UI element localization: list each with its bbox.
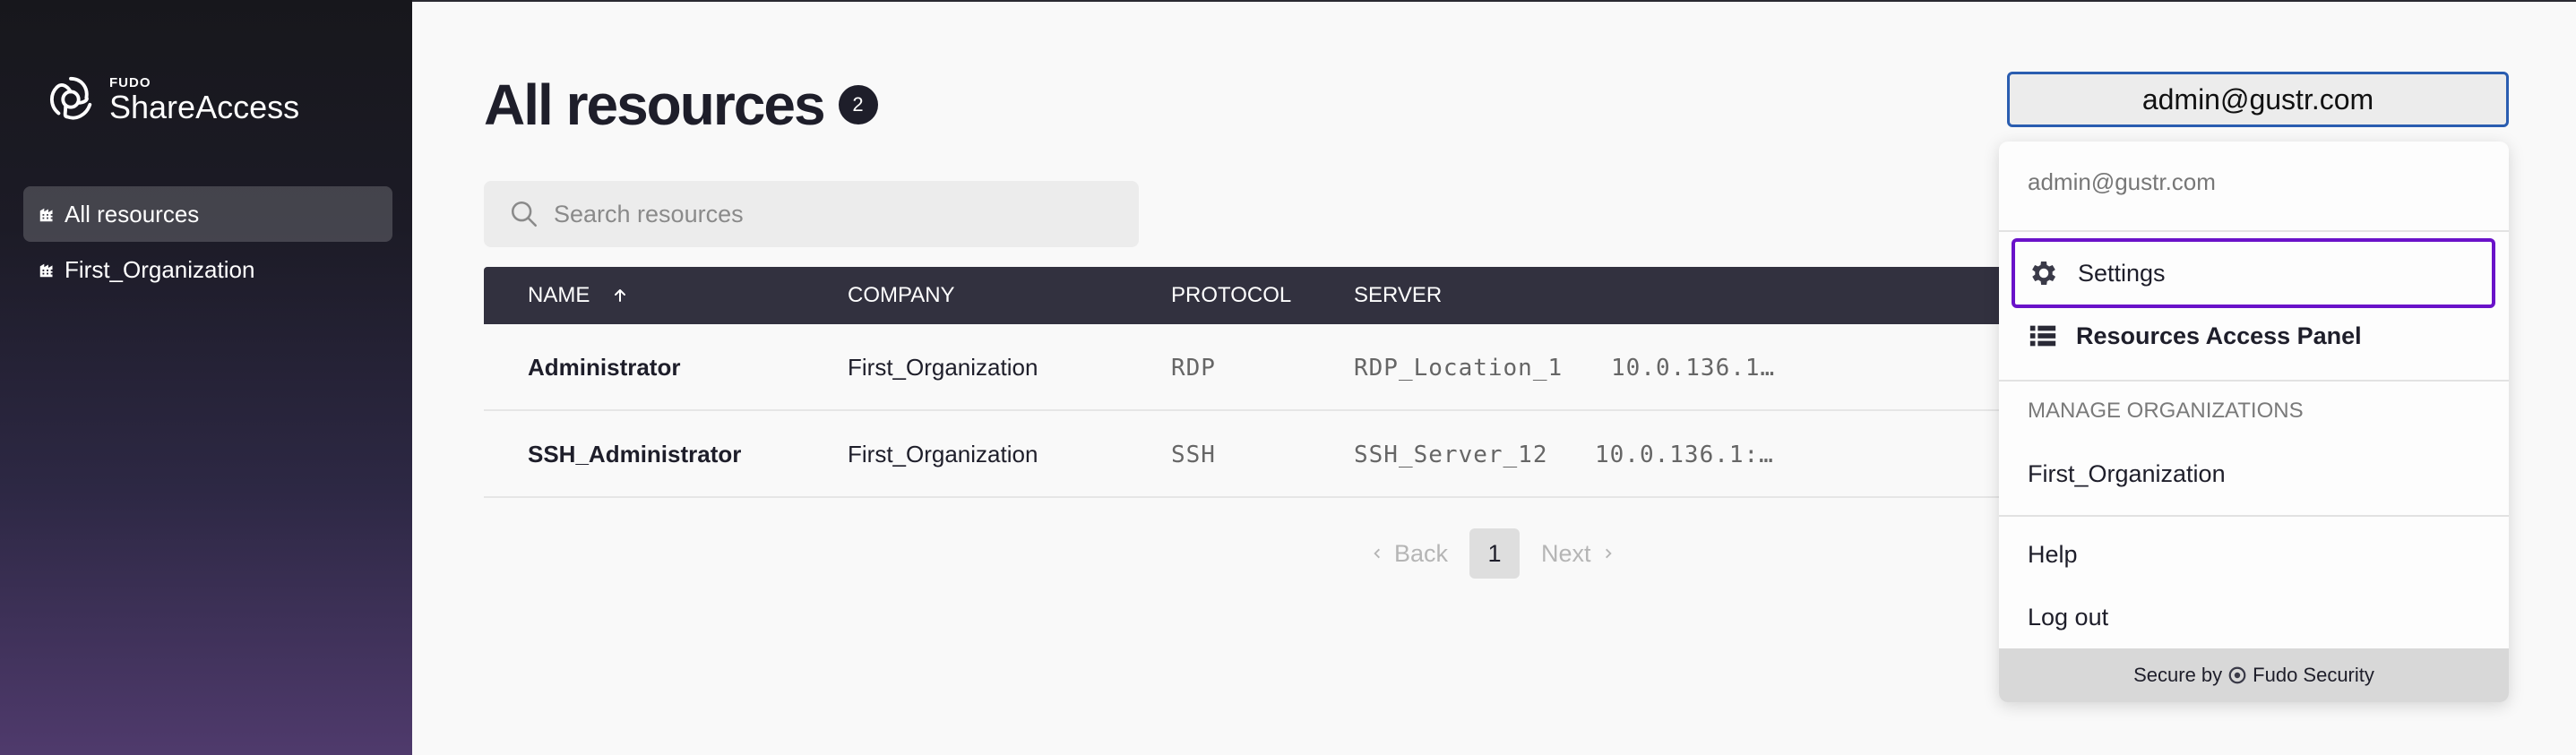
- table-row[interactable]: Administrator First_Organization RDP RDP…: [484, 324, 2007, 411]
- menu-item-help[interactable]: Help: [2028, 541, 2078, 569]
- page-title-text: All resources: [484, 73, 826, 137]
- user-dropdown-menu: admin@gustr.com Settings Resources Acces…: [1999, 142, 2509, 702]
- column-header-protocol[interactable]: PROTOCOL: [1171, 283, 1291, 308]
- next-button[interactable]: Next: [1541, 540, 1615, 568]
- page-title: All resources 2: [484, 72, 878, 138]
- sidebar-item-label: First_Organization: [65, 255, 255, 283]
- cell-company: First_Organization: [848, 354, 1038, 381]
- brand-small: FUDO: [109, 74, 151, 90]
- sidebar-item-label: All resources: [65, 200, 200, 227]
- column-header-name[interactable]: NAME: [528, 283, 629, 308]
- page-number-button[interactable]: 1: [1469, 528, 1521, 579]
- cell-protocol: RDP: [1171, 354, 1216, 382]
- search-icon: [511, 201, 538, 227]
- arrow-up-icon: [615, 289, 626, 302]
- cell-name: Administrator: [528, 354, 681, 381]
- menu-item-first-organization[interactable]: First_Organization: [2028, 460, 2226, 488]
- user-menu-button[interactable]: admin@gustr.com: [2007, 72, 2509, 127]
- chevron-left-icon: [1374, 548, 1380, 559]
- menu-divider: [1999, 380, 2509, 382]
- building-icon: [39, 263, 53, 278]
- menu-footer: Secure by Fudo Security: [1999, 648, 2509, 702]
- cell-address: 10.0.136.1…: [1611, 354, 1776, 382]
- cell-server: RDP_Location_1: [1354, 354, 1564, 382]
- table-row[interactable]: SSH_Administrator First_Organization SSH…: [484, 411, 2007, 498]
- sidebar-item-all-resources[interactable]: All resources: [23, 186, 392, 242]
- cell-protocol: SSH: [1171, 441, 1216, 468]
- footer-brand: Fudo Security: [2253, 664, 2374, 686]
- resources-table: NAME COMPANY PROTOCOL SERVER Administrat…: [484, 267, 2007, 498]
- brand-logo[interactable]: FUDO ShareAccess: [43, 72, 299, 127]
- brand-name: ShareAccess: [109, 88, 300, 125]
- pagination: Back 1 Next: [1371, 528, 1615, 579]
- search-input[interactable]: [554, 200, 1091, 228]
- fudo-logo-icon: [49, 76, 92, 120]
- menu-divider: [1999, 515, 2509, 517]
- sidebar: FUDO ShareAccess All resources First_Org…: [0, 0, 412, 755]
- table-header: NAME COMPANY PROTOCOL SERVER: [484, 267, 2007, 324]
- column-header-company[interactable]: COMPANY: [848, 283, 955, 308]
- resource-count-badge: 2: [838, 85, 878, 124]
- menu-item-resources-access-panel[interactable]: Resources Access Panel: [2028, 321, 2362, 351]
- column-header-server[interactable]: SERVER: [1354, 283, 1442, 308]
- cell-server: SSH_Server_12: [1354, 441, 1548, 468]
- list-icon: [2029, 325, 2056, 347]
- menu-divider: [1999, 230, 2509, 232]
- sidebar-nav: All resources First_Organization: [23, 186, 392, 297]
- building-icon: [39, 208, 53, 222]
- chevron-right-icon: [1605, 548, 1612, 559]
- search-box: [484, 181, 1139, 247]
- menu-item-settings[interactable]: Settings: [2012, 238, 2495, 308]
- cell-address: 10.0.136.1:…: [1595, 441, 1774, 468]
- footer-prefix: Secure by: [2133, 664, 2223, 686]
- fudo-security-logo-icon: [2228, 666, 2246, 684]
- menu-item-logout[interactable]: Log out: [2028, 604, 2108, 631]
- menu-user-email: admin@gustr.com: [2028, 168, 2216, 195]
- cell-company: First_Organization: [848, 441, 1038, 468]
- gear-icon: [2032, 261, 2056, 286]
- cell-name: SSH_Administrator: [528, 441, 742, 468]
- back-button[interactable]: Back: [1371, 540, 1448, 568]
- sidebar-item-first-organization[interactable]: First_Organization: [23, 242, 392, 297]
- menu-section-manage-organizations: MANAGE ORGANIZATIONS: [2028, 399, 2304, 423]
